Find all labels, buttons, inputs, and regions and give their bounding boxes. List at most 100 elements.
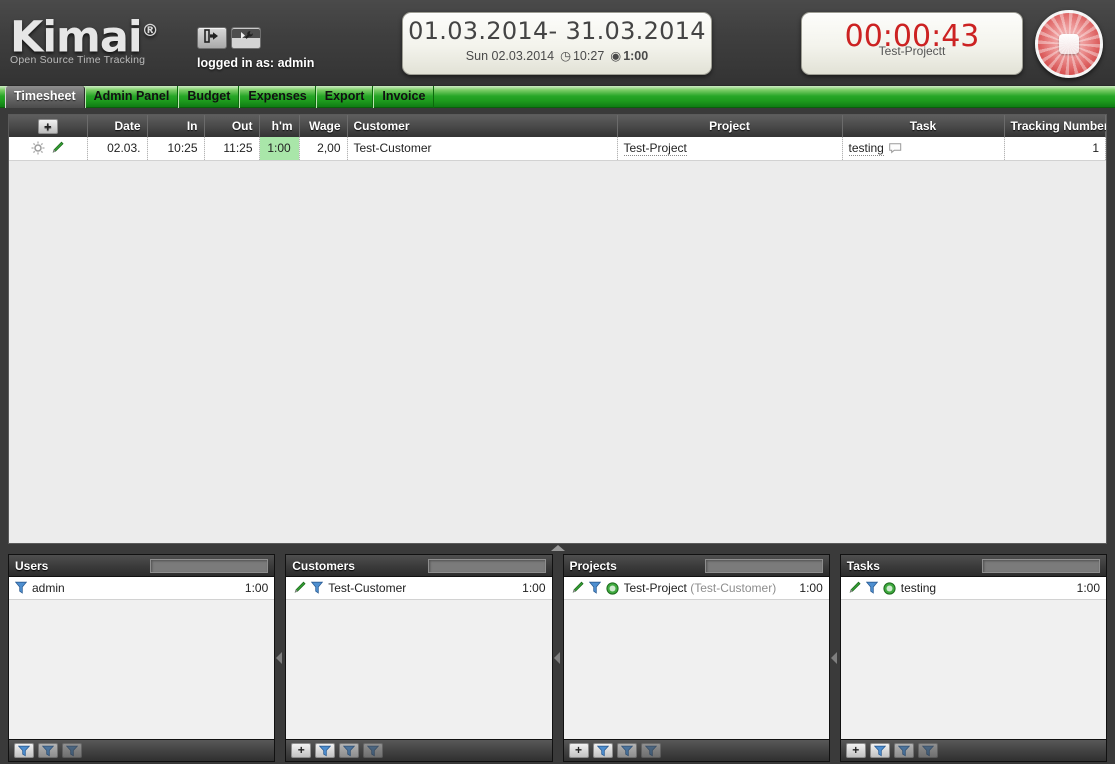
filter-icon-3[interactable] (917, 743, 938, 758)
main-tab-bar: Timesheet Admin Panel Budget Expenses Ex… (0, 86, 1115, 108)
panel-users: Users admin 1:00 (8, 554, 276, 762)
table-row[interactable]: 02.03. 10:25 11:25 1:00 2,00 Test-Custom… (9, 137, 1106, 161)
funnel-icon[interactable] (311, 581, 324, 595)
list-item[interactable]: admin 1:00 (9, 577, 275, 600)
record-entry-icon[interactable] (31, 141, 45, 155)
login-block: logged in as: admin (197, 27, 314, 70)
add-entry-cell: + (9, 115, 88, 137)
panel-tasks-title: Tasks (846, 558, 880, 573)
col-in[interactable]: In (147, 115, 205, 137)
filter-icon-1[interactable] (14, 743, 34, 758)
panel-tasks-header: Tasks (840, 555, 1106, 577)
settings-button[interactable] (231, 27, 261, 49)
panel-customers-header: Customers (286, 555, 552, 577)
panel-users-footer (9, 739, 275, 761)
stop-recording-button[interactable] (1035, 10, 1103, 78)
filter-icon-2[interactable] (893, 743, 914, 758)
panel-projects-header: Projects (563, 555, 829, 577)
filter-icon-2[interactable] (616, 743, 637, 758)
play-icon[interactable] (883, 581, 896, 595)
panel-divider-1[interactable] (275, 554, 286, 762)
filter-icon-3[interactable] (62, 743, 82, 758)
filter-icon-3[interactable] (640, 743, 661, 758)
col-customer[interactable]: Customer (347, 115, 618, 137)
cell-date: 02.03. (87, 137, 148, 161)
panel-divider-3[interactable] (829, 554, 840, 762)
filter-icon-1[interactable] (592, 743, 613, 758)
collapse-left-arrow-icon[interactable] (276, 652, 283, 664)
pencil-icon[interactable] (292, 581, 306, 595)
list-item[interactable]: Test-Project (Test-Customer) 1:00 (563, 577, 829, 600)
pencil-icon[interactable] (847, 581, 861, 595)
header-icon-buttons (197, 27, 314, 49)
panel-customers-title: Customers (292, 558, 355, 573)
list-item[interactable]: Test-Customer 1:00 (286, 577, 552, 600)
edit-entry-icon[interactable] (50, 141, 64, 155)
logout-button[interactable] (197, 27, 227, 49)
filter-icon-2[interactable] (38, 743, 58, 758)
cell-task-text[interactable]: testing (848, 141, 884, 157)
col-tracking-number[interactable]: Tracking Number (1004, 115, 1106, 137)
funnel-icon[interactable] (865, 581, 878, 595)
tab-export[interactable]: Export (315, 86, 374, 108)
cell-task: testing (842, 137, 1005, 161)
row-actions (15, 141, 81, 155)
col-wage[interactable]: Wage (299, 115, 348, 137)
date-range-selector[interactable]: 01.03.2014- 31.03.2014 Sun 02.03.2014 ◷ 10… (402, 12, 712, 75)
filter-icon-1[interactable] (869, 743, 890, 758)
funnel-icon[interactable] (588, 581, 601, 595)
collapse-left-arrow-icon[interactable] (830, 652, 837, 664)
filter-icon-1[interactable] (315, 743, 336, 758)
logged-in-prefix: logged in as: (197, 56, 275, 70)
active-timer-box[interactable]: 00:00:43 Test-Projectt (801, 12, 1023, 75)
tab-timesheet[interactable]: Timesheet (5, 86, 85, 108)
col-project[interactable]: Project (617, 115, 843, 137)
add-entry-button[interactable]: + (37, 118, 58, 134)
cell-project: Test-Project (617, 137, 843, 161)
collapse-left-arrow-icon[interactable] (553, 652, 560, 664)
play-icon[interactable] (605, 581, 619, 595)
timesheet-header-row: + Date In Out h'm Wage Customer Project … (9, 115, 1106, 137)
panel-users-title: Users (15, 558, 49, 573)
panel-users-body: admin 1:00 (9, 577, 275, 739)
tab-budget[interactable]: Budget (178, 86, 240, 108)
app-logo: Kimai® Open Source Time Tracking (10, 8, 159, 66)
filter-icon-3[interactable] (363, 743, 384, 758)
panel-divider-2[interactable] (552, 554, 563, 762)
funnel-icon[interactable] (14, 581, 28, 595)
comment-icon[interactable] (887, 143, 902, 155)
list-item[interactable]: testing 1:00 (840, 577, 1106, 600)
app-header: Kimai® Open Source Time Tracking logged … (0, 0, 1115, 86)
cell-wage: 2,00 (299, 137, 348, 161)
tab-expenses[interactable]: Expenses (239, 86, 316, 108)
add-project-button[interactable]: + (568, 743, 589, 758)
cell-hm: 1:00 (259, 137, 300, 161)
splitter-handle-icon[interactable] (550, 545, 565, 551)
date-range-value: 01.03.2014- 31.03.2014 (408, 17, 706, 45)
panel-projects-search-input[interactable] (704, 558, 823, 573)
col-task[interactable]: Task (842, 115, 1005, 137)
timesheet-container: + Date In Out h'm Wage Customer Project … (8, 114, 1107, 544)
filter-icon-2[interactable] (339, 743, 360, 758)
col-hm[interactable]: h'm (259, 115, 300, 137)
panel-projects: Projects Test-Project (Test-Customer) 1:… (562, 554, 830, 762)
pencil-icon[interactable] (570, 581, 584, 595)
timesheet-table: + Date In Out h'm Wage Customer Project … (9, 115, 1106, 161)
panel-customers-body: Test-Customer 1:00 (286, 577, 552, 739)
tab-admin-panel[interactable]: Admin Panel (84, 86, 179, 108)
panel-users-header: Users (9, 555, 275, 577)
panel-tasks-search-input[interactable] (982, 558, 1100, 573)
tab-invoice[interactable]: Invoice (373, 86, 435, 108)
panel-customers-search-input[interactable] (427, 558, 546, 573)
add-customer-button[interactable]: + (291, 743, 312, 758)
list-item-name: Test-Project (623, 581, 687, 595)
col-out[interactable]: Out (204, 115, 260, 137)
vertical-splitter[interactable] (8, 544, 1107, 554)
cell-project-text[interactable]: Test-Project (623, 141, 687, 157)
add-task-button[interactable]: + (845, 743, 866, 758)
col-date[interactable]: Date (87, 115, 148, 137)
cell-tracking-number: 1 (1004, 137, 1106, 161)
panel-customers: Customers Test-Customer 1:00 + (285, 554, 553, 762)
panel-projects-title: Projects (569, 558, 617, 573)
panel-users-search-input[interactable] (150, 558, 269, 573)
